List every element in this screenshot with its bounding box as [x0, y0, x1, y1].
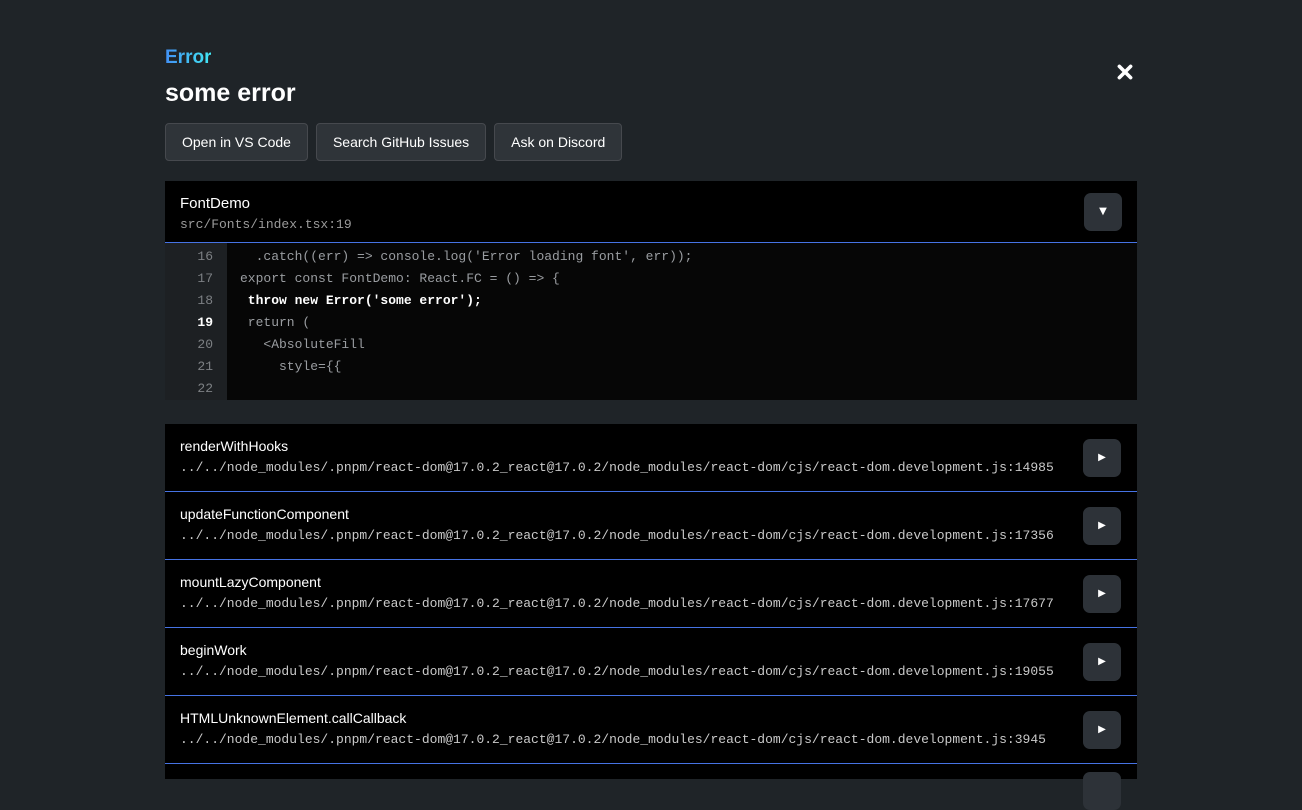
line-number: 20: [165, 334, 227, 356]
expand-frame-button[interactable]: ▶: [1083, 507, 1121, 545]
frame-function-name: mountLazyComponent: [180, 574, 1122, 591]
frame-source-location: src/Fonts/index.tsx:19: [180, 217, 1122, 233]
chevron-right-icon: ▶: [1098, 521, 1106, 531]
frame-function-name: renderWithHooks: [180, 438, 1122, 455]
line-number: 22: [165, 378, 227, 400]
expand-frame-button[interactable]: ▶: [1083, 711, 1121, 749]
code-line: style={{: [227, 356, 1137, 378]
frame-function-name: updateFunctionComponent: [180, 506, 1122, 523]
chevron-right-icon: ▶: [1098, 725, 1106, 735]
ask-on-discord-button[interactable]: Ask on Discord: [494, 123, 622, 161]
stack-frame-row: HTMLUnknownElement.callCallback ../../no…: [165, 696, 1137, 764]
code-line: <AbsoluteFill: [227, 334, 1137, 356]
stack-frame-row-partial: [165, 764, 1137, 779]
code-line-error: throw new Error('some error');: [227, 290, 1137, 312]
stack-trace-list: renderWithHooks ../../node_modules/.pnpm…: [165, 424, 1137, 779]
stack-frame-row: updateFunctionComponent ../../node_modul…: [165, 492, 1137, 560]
frame-function-name: FontDemo: [180, 195, 1122, 213]
error-message: some error: [165, 79, 1137, 107]
frame-source-location: ../../node_modules/.pnpm/react-dom@17.0.…: [180, 596, 1122, 611]
stack-frame-row: mountLazyComponent ../../node_modules/.p…: [165, 560, 1137, 628]
code-line: export const FontDemo: React.FC = () => …: [227, 268, 1137, 290]
stack-frame-row: renderWithHooks ../../node_modules/.pnpm…: [165, 424, 1137, 492]
stack-frame-expanded: FontDemo src/Fonts/index.tsx:19 ▼ 16 17 …: [165, 181, 1137, 400]
expand-frame-button[interactable]: ▶: [1083, 643, 1121, 681]
action-buttons: Open in VS Code Search GitHub Issues Ask…: [165, 123, 1137, 161]
open-in-vscode-button[interactable]: Open in VS Code: [165, 123, 308, 161]
chevron-right-icon: ▶: [1098, 453, 1106, 463]
line-number: 17: [165, 268, 227, 290]
stack-frame-row: beginWork ../../node_modules/.pnpm/react…: [165, 628, 1137, 696]
line-number-gutter: 16 17 18 19 20 21 22: [165, 243, 227, 400]
code-snippet: 16 17 18 19 20 21 22 .catch((err) => con…: [165, 243, 1137, 400]
frame-source-location: ../../node_modules/.pnpm/react-dom@17.0.…: [180, 460, 1122, 475]
frame-source-location: ../../node_modules/.pnpm/react-dom@17.0.…: [180, 528, 1122, 543]
error-panel: Error some error Open in VS Code Search …: [165, 0, 1137, 779]
code-lines: .catch((err) => console.log('Error loadi…: [227, 243, 1137, 400]
expand-frame-button[interactable]: ▶: [1083, 439, 1121, 477]
search-github-issues-button[interactable]: Search GitHub Issues: [316, 123, 486, 161]
line-number: 18: [165, 290, 227, 312]
line-number: 16: [165, 246, 227, 268]
expand-frame-button[interactable]: [1083, 772, 1121, 810]
line-number-highlighted: 19: [165, 312, 227, 334]
frame-source-location: ../../node_modules/.pnpm/react-dom@17.0.…: [180, 732, 1122, 747]
error-overlay: { "header": { "kicker": "Error", "title"…: [0, 0, 1302, 776]
chevron-down-icon: ▼: [1099, 207, 1107, 217]
line-number: 21: [165, 356, 227, 378]
chevron-right-icon: ▶: [1098, 589, 1106, 599]
frame-function-name: HTMLUnknownElement.callCallback: [180, 710, 1122, 727]
collapse-frame-button[interactable]: ▼: [1084, 193, 1122, 231]
frame-function-name: beginWork: [180, 642, 1122, 659]
frame-source-location: ../../node_modules/.pnpm/react-dom@17.0.…: [180, 664, 1122, 679]
stack-frame-header: FontDemo src/Fonts/index.tsx:19 ▼: [165, 181, 1137, 243]
chevron-right-icon: ▶: [1098, 657, 1106, 667]
code-line: .catch((err) => console.log('Error loadi…: [227, 246, 1137, 268]
code-line: return (: [227, 312, 1137, 334]
error-type-label: Error: [165, 46, 211, 69]
expand-frame-button[interactable]: ▶: [1083, 575, 1121, 613]
